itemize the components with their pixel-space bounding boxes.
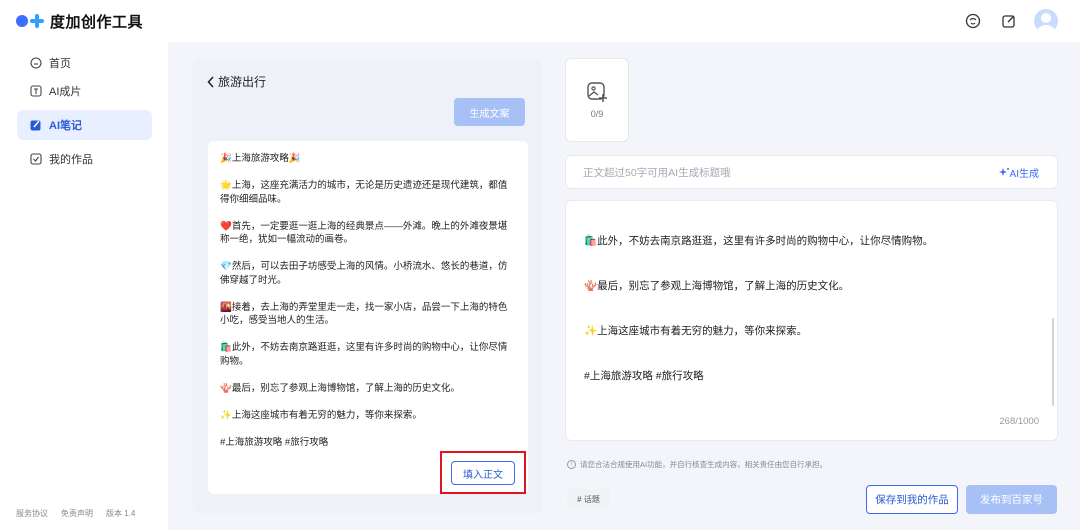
- note-paragraph: 🪸最后，别忘了参观上海博物馆，了解上海的历史文化。: [220, 382, 460, 394]
- sidebar-item-label: AI成片: [49, 86, 82, 98]
- publish-button[interactable]: 发布到百家号: [966, 485, 1057, 514]
- editor-paragraph[interactable]: 🛍️此外，不妨去南京路逛逛，这里有许多时尚的购物中心，让你尽情购物。: [584, 233, 1024, 278]
- disclaimer-link[interactable]: 免责声明: [61, 508, 93, 519]
- chevron-left-icon: [207, 75, 214, 88]
- note-paragraph: 🌇接着，去上海的弄堂里走一走，找一家小店，品尝一下上海的特色小吃，感受当地人的生…: [220, 301, 508, 327]
- generate-copy-button[interactable]: 生成文案: [454, 98, 525, 126]
- sidebar-item-label: 首页: [49, 58, 71, 70]
- note-paragraph: 🛍️此外，不妨去南京路逛逛，这里有许多时尚的购物中心，让你尽情购物。: [220, 342, 508, 367]
- home-icon: [29, 57, 42, 70]
- sidebar-item-my-works[interactable]: 我的作品: [17, 144, 152, 174]
- avatar[interactable]: [1034, 9, 1058, 33]
- char-count: 268/1000: [999, 416, 1039, 427]
- app-title: 度加创作工具: [50, 13, 144, 31]
- image-count: 0/9: [590, 109, 604, 119]
- note-paragraph: ❤️首先，一定要逛一逛上海的经典景点——外滩。晚上的外滩夜景堪称一绝，犹如一幅流…: [220, 220, 508, 246]
- terms-link[interactable]: 服务协议: [16, 508, 48, 519]
- sidebar-item-ai-notes[interactable]: AI笔记: [17, 110, 152, 140]
- logo-icon: [16, 14, 44, 28]
- note-paragraph: 💎然后，可以去田子坊感受上海的风情。小桥流水、悠长的巷道，仿佛穿越了时光。: [220, 261, 508, 286]
- category-title: 旅游出行: [218, 75, 267, 89]
- info-icon: !: [567, 460, 576, 469]
- note-paragraph: ✨上海这座城市有着无穷的魅力，等你来探索。: [220, 409, 422, 421]
- editor-paragraph[interactable]: 🪸最后，别忘了参观上海博物馆，了解上海的历史文化。: [584, 278, 1024, 323]
- generated-note-text: 🎉上海旅游攻略🎉 🌟上海，这座充满活力的城市，无论是历史遗迹还是现代建筑，都值得…: [220, 152, 516, 463]
- feedback-icon[interactable]: [962, 10, 984, 32]
- add-image-icon: [587, 82, 607, 102]
- note-paragraph: 🎉上海旅游攻略🎉: [220, 153, 301, 164]
- fill-content-button[interactable]: 填入正文: [451, 461, 515, 485]
- sidebar-item-label: AI笔记: [49, 120, 82, 132]
- ai-generate-label: AI生成: [1009, 168, 1039, 180]
- pen-icon: [29, 119, 42, 132]
- ai-disclaimer: ! 请您合法合规使用AI功能，并自行核查生成内容，相关责任由您自行承担。: [567, 459, 827, 470]
- editor-scrollbar[interactable]: [1052, 318, 1054, 406]
- content-editor[interactable]: 🛍️此外，不妨去南京路逛逛，这里有许多时尚的购物中心，让你尽情购物。 🪸最后，别…: [565, 200, 1058, 441]
- note-paragraph: 🌟上海，这座充满活力的城市，无论是历史遗迹还是现代建筑，都值得你细细品味。: [220, 180, 508, 205]
- note-paragraph: #上海旅游攻略 #旅行攻略: [220, 436, 329, 448]
- disclaimer-text: 请您合法合规使用AI功能，并自行核查生成内容，相关责任由您自行承担。: [580, 460, 828, 469]
- ai-generate-title-button[interactable]: AI生成: [998, 165, 1039, 180]
- top-bar: 度加创作工具: [0, 0, 1080, 42]
- sidebar-item-ai-video[interactable]: AI成片: [17, 76, 152, 106]
- editor-paragraph[interactable]: #上海旅游攻略 #旅行攻略: [584, 368, 1024, 413]
- back-button[interactable]: 旅游出行: [207, 73, 266, 90]
- check-box-icon: [29, 153, 42, 166]
- sparkle-icon: [998, 167, 1009, 176]
- text-icon: [29, 85, 42, 98]
- sidebar-item-home[interactable]: 首页: [17, 48, 152, 78]
- topic-button[interactable]: # 话题: [567, 489, 610, 509]
- image-upload[interactable]: 0/9: [565, 58, 629, 142]
- app-logo[interactable]: 度加创作工具: [16, 11, 143, 32]
- title-input[interactable]: 正文超过50字可用AI生成标题哦 AI生成: [565, 155, 1058, 189]
- sidebar: 首页 AI成片 AI笔记 我的作品 服务协议 免责声明 版本 1.4: [0, 42, 168, 530]
- sidebar-item-label: 我的作品: [49, 154, 93, 166]
- edit-icon[interactable]: [998, 10, 1020, 32]
- editor-paragraph[interactable]: ✨上海这座城市有着无穷的魅力，等你来探索。: [584, 323, 1024, 368]
- title-placeholder: 正文超过50字可用AI生成标题哦: [583, 166, 731, 179]
- save-to-works-button[interactable]: 保存到我的作品: [866, 485, 958, 514]
- version-label: 版本 1.4: [106, 509, 136, 518]
